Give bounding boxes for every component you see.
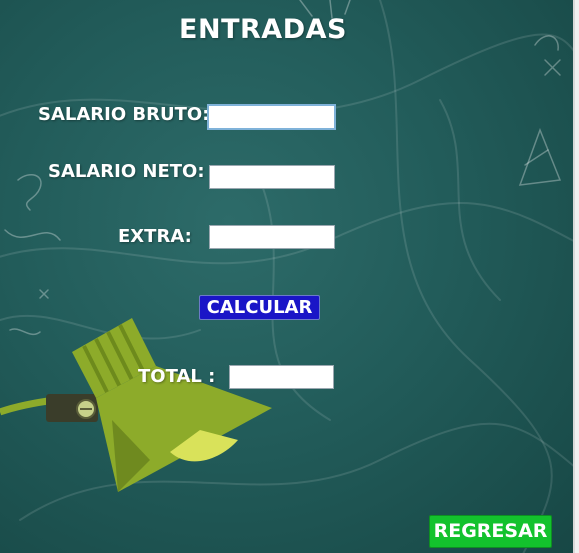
- back-button[interactable]: REGRESAR: [429, 515, 552, 548]
- gross-salary-input[interactable]: [207, 104, 336, 130]
- extra-label: EXTRA:: [118, 226, 192, 247]
- gross-salary-label: SALARIO BRUTO:: [38, 104, 210, 125]
- net-salary-label: SALARIO NETO:: [48, 161, 205, 182]
- extra-input[interactable]: [209, 225, 335, 249]
- app-window: ENTRADAS SALARIO BRUTO: SALARIO NETO: EX…: [0, 0, 575, 553]
- window-edge: [575, 0, 579, 553]
- total-label: TOTAL :: [138, 366, 216, 387]
- desk-lamp-illustration: [0, 318, 272, 492]
- page-title: ENTRADAS: [179, 14, 347, 45]
- total-output: [229, 365, 334, 389]
- net-salary-input[interactable]: [209, 165, 335, 189]
